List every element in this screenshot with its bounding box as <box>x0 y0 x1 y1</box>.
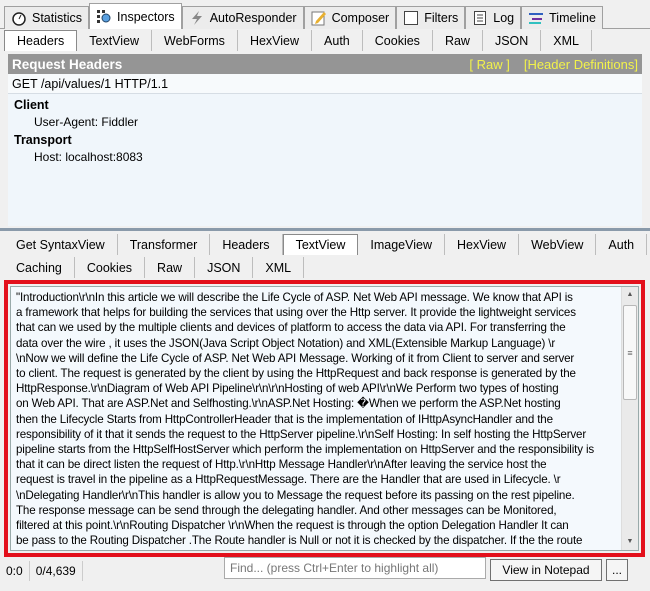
tab-json[interactable]: JSON <box>195 257 254 278</box>
splitter[interactable] <box>0 228 650 231</box>
inspectors-icon <box>96 9 112 25</box>
request-tabs: Headers TextView WebForms HexView Auth Cookie… <box>4 30 592 51</box>
find-input[interactable]: Find... (press Ctrl+Enter to highlight a… <box>224 557 486 579</box>
header-definitions-link[interactable]: [Header Definitions] <box>524 57 638 72</box>
scroll-up-icon[interactable]: ▲ <box>622 287 638 303</box>
response-text-line: request is travel in the pipeline as a H… <box>16 473 561 487</box>
tab-imageview[interactable]: ImageView <box>358 234 445 255</box>
tab-headers[interactable]: Headers <box>210 234 283 255</box>
tab-headers[interactable]: Headers <box>4 30 78 51</box>
response-text-line: that it can be direct listen the request… <box>16 458 547 472</box>
tab-label: Inspectors <box>117 9 175 24</box>
selection-count: 0/4,639 <box>30 561 83 581</box>
response-text-line: that can we used by the multiple clients… <box>16 321 566 335</box>
response-textview[interactable]: "Introduction\r\nIn this article we will… <box>10 286 639 551</box>
vertical-scrollbar[interactable]: ▲ ≡ ▼ <box>621 287 638 550</box>
scroll-down-icon[interactable]: ▼ <box>622 534 638 550</box>
tab-cookies[interactable]: Cookies <box>363 30 433 51</box>
tab-webforms[interactable]: WebForms <box>152 30 238 51</box>
tab-textview[interactable]: TextView <box>77 30 153 51</box>
tab-filters[interactable]: Filters <box>396 6 466 29</box>
response-text-line: \nNow we will define the Life Cycle of A… <box>16 351 575 365</box>
tab-xml[interactable]: XML <box>253 257 305 278</box>
header-entry[interactable]: User-Agent: Fiddler <box>8 112 642 129</box>
tab-json[interactable]: JSON <box>483 30 542 51</box>
raw-link[interactable]: [ Raw ] <box>469 57 509 72</box>
scroll-thumb[interactable]: ≡ <box>623 305 637 400</box>
more-options-button[interactable]: ... <box>606 559 628 581</box>
response-text-line: "Introduction\r\nIn this article we will… <box>16 291 573 304</box>
tab-statistics[interactable]: Statistics <box>4 6 90 29</box>
response-text-line: The response message can be send through… <box>16 503 557 517</box>
request-headers-bar: Request Headers [ Raw ] [Header Definiti… <box>8 54 642 74</box>
timeline-icon <box>528 10 544 26</box>
tab-label: AutoResponder <box>209 11 297 25</box>
inspector-tabbar: Statistics Inspectors AutoResponder Compose… <box>0 3 650 29</box>
request-headers-title: Request Headers <box>12 56 123 72</box>
tab-raw[interactable]: Raw <box>145 257 196 278</box>
header-group-transport[interactable]: Transport <box>8 129 642 147</box>
response-text-line: to client. The request is generated by t… <box>16 367 576 381</box>
header-entry[interactable]: Host: localhost:8083 <box>8 147 642 164</box>
tab-raw[interactable]: Raw <box>433 30 483 51</box>
response-text-line: pipeline starts from the HttpSelfHostSer… <box>16 443 595 457</box>
response-text-line: handler is null then is pass to the next… <box>16 548 638 550</box>
stopwatch-icon <box>11 10 27 26</box>
tab-hexview[interactable]: HexView <box>238 30 313 51</box>
response-tabs-row2: Caching Cookies Raw JSON XML <box>4 257 305 278</box>
response-text-line: data over the wire , it uses the JSON(Ja… <box>16 336 556 350</box>
cursor-position: 0:0 <box>0 561 30 581</box>
response-text-line: on Web API. That are ASP.Net and Selfhos… <box>16 397 561 411</box>
response-text-line: be pass to the Routing Dispatcher .The R… <box>16 534 583 548</box>
tab-label: Timeline <box>549 11 596 25</box>
tab-xml[interactable]: XML <box>541 30 592 51</box>
tab-label: Statistics <box>32 11 83 25</box>
log-icon <box>472 10 488 26</box>
tab-auth[interactable]: Auth <box>312 30 363 51</box>
tab-label: Filters <box>424 11 459 25</box>
tab-label: Log <box>493 11 515 25</box>
tab-textview[interactable]: TextView <box>282 234 359 255</box>
response-text-line: a framework that helps for building the … <box>16 306 576 320</box>
tab-caching[interactable]: Caching <box>4 257 75 278</box>
tab-auth[interactable]: Auth <box>596 234 648 255</box>
response-text-line: HttpResponse.\r\nDiagram of Web API Pipe… <box>16 382 559 396</box>
tab-webview[interactable]: WebView <box>519 234 597 255</box>
tab-label: Composer <box>331 11 390 25</box>
checkbox-icon <box>403 10 419 26</box>
tab-timeline[interactable]: Timeline <box>521 6 603 29</box>
tab-inspectors[interactable]: Inspectors <box>89 3 182 29</box>
lightning-icon <box>189 10 205 26</box>
highlighted-response-region: "Introduction\r\nIn this article we will… <box>4 280 645 557</box>
tab-transformer[interactable]: Transformer <box>118 234 211 255</box>
response-text-line: \nDelegating Handler\r\nThis handler is … <box>16 488 575 502</box>
request-line: GET /api/values/1 HTTP/1.1 <box>8 74 642 94</box>
view-in-notepad-button[interactable]: View in Notepad <box>490 559 602 581</box>
tab-get-syntaxview[interactable]: Get SyntaxView <box>4 234 118 255</box>
response-text-line: then the Lifecycle Starts from HttpContr… <box>16 412 553 426</box>
tab-cookies[interactable]: Cookies <box>75 257 146 278</box>
request-headers-panel: Request Headers [ Raw ] [Header Definiti… <box>8 54 642 226</box>
tab-log[interactable]: Log <box>465 6 522 29</box>
pencil-icon <box>311 10 327 26</box>
response-text-line: responsibility of it that it sends the r… <box>16 427 587 441</box>
response-tabs-row1: Get SyntaxView Transformer Headers TextView… <box>4 234 648 255</box>
tab-hexview[interactable]: HexView <box>445 234 520 255</box>
header-group-client[interactable]: Client <box>8 94 642 112</box>
tab-composer[interactable]: Composer <box>303 6 397 29</box>
response-text-line: filtered at this point.\r\nRouting Dispa… <box>16 519 569 533</box>
tab-autoresponder[interactable]: AutoResponder <box>181 6 304 29</box>
